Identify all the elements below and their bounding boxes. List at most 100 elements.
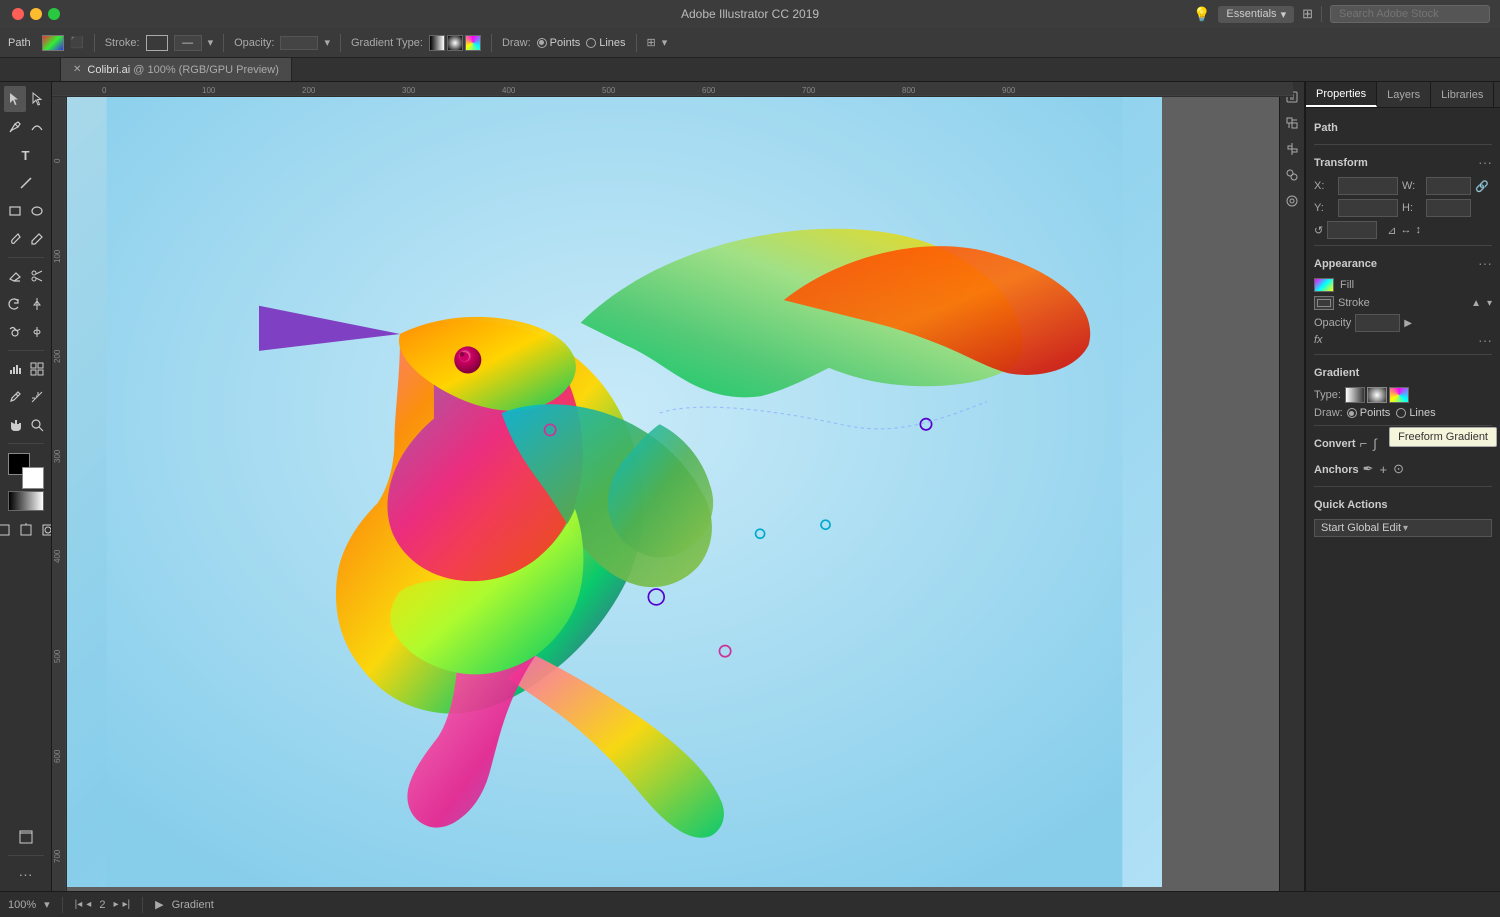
play-btn[interactable]: ▶ [155, 898, 163, 911]
width-tool[interactable] [26, 319, 48, 345]
w-value-input[interactable] [1426, 177, 1471, 195]
scissors-tool[interactable] [26, 263, 48, 289]
points-radio[interactable] [1347, 408, 1357, 418]
rotate-tool[interactable] [4, 291, 26, 317]
doc-tab-close[interactable]: ✕ [73, 64, 81, 75]
fill-color-swatch[interactable] [42, 35, 64, 51]
close-button[interactable] [12, 8, 24, 20]
paintbrush-tool[interactable] [4, 226, 26, 252]
linear-gradient-btn[interactable] [1345, 387, 1365, 403]
essentials-dropdown[interactable]: Essentials ▾ [1218, 6, 1294, 23]
tool-sep-1 [8, 257, 44, 258]
x-value-input[interactable]: 460.2 pt [1338, 177, 1398, 195]
color-icon[interactable]: ⬛ [70, 36, 84, 49]
direct-selection-tool[interactable] [26, 86, 48, 112]
zoom-level: 100% [8, 899, 36, 911]
pencil-tool[interactable] [26, 226, 48, 252]
rectangle-tool[interactable] [4, 198, 26, 224]
last-page-btn[interactable]: ▸| [122, 899, 130, 910]
draw-behind[interactable] [15, 517, 37, 543]
stroke-swatch[interactable] [146, 35, 168, 51]
stroke-arrow[interactable]: ▾ [1487, 298, 1492, 309]
draw-points-option[interactable]: Points [537, 37, 581, 49]
draw-lines-option[interactable]: Lines [586, 37, 625, 49]
stroke-preview[interactable] [1314, 296, 1334, 310]
constrain-icon[interactable]: 🔗 [1475, 180, 1489, 193]
draw-inside[interactable] [37, 517, 53, 543]
tab-properties[interactable]: Properties [1306, 82, 1377, 107]
type-tool[interactable]: T [4, 142, 48, 168]
maximize-button[interactable] [48, 8, 60, 20]
eyedropper-tool[interactable] [4, 384, 26, 410]
h-value-input[interactable] [1426, 199, 1471, 217]
first-page-btn[interactable]: |◂ [75, 899, 83, 910]
zoom-arrow[interactable]: ▾ [44, 898, 50, 911]
background-swatch[interactable] [22, 467, 44, 489]
anchor-convert-icon[interactable]: ⊙ [1393, 461, 1404, 477]
measure-tool[interactable] [26, 384, 48, 410]
document-tab[interactable]: ✕ Colibri.ai @ 100% (RGB/GPU Preview) [60, 58, 292, 81]
freeform-gradient-btn[interactable] [1389, 387, 1409, 403]
gradient-radial-btn[interactable] [447, 35, 463, 51]
gradient-linear-btn[interactable] [429, 35, 445, 51]
selection-tool[interactable] [4, 86, 26, 112]
change-screen-mode[interactable] [4, 824, 48, 850]
convert-smooth-icon[interactable]: ∫ [1373, 436, 1377, 451]
pen-tool[interactable] [4, 114, 26, 140]
stock-search-input[interactable] [1330, 5, 1490, 23]
opacity-panel-input[interactable]: 100% [1355, 314, 1400, 332]
opacity-arrow[interactable]: ▶ [1404, 318, 1412, 329]
flip-v-icon[interactable]: ↕ [1415, 224, 1421, 236]
stroke-row[interactable]: Stroke ▲ ▾ [1314, 296, 1492, 310]
draw-points-radio[interactable] [537, 38, 547, 48]
stroke-options-icon[interactable]: ▾ [208, 36, 214, 49]
gradient-freeform-btn[interactable] [465, 35, 481, 51]
align-panel-icon[interactable] [1281, 138, 1303, 160]
lines-radio[interactable] [1396, 408, 1406, 418]
ellipse-tool[interactable] [26, 198, 48, 224]
warp-tool[interactable] [4, 319, 26, 345]
graph-tool[interactable] [4, 356, 26, 382]
flip-h-icon[interactable]: ↔ [1400, 224, 1411, 236]
canvas-area[interactable]: 0 100 200 300 400 500 600 700 800 900 0 … [52, 82, 1305, 891]
appearance-panel-icon[interactable] [1281, 190, 1303, 212]
y-value-input[interactable]: 243.89 pt [1338, 199, 1398, 217]
pathfinder-panel-icon[interactable] [1281, 164, 1303, 186]
minimize-button[interactable] [30, 8, 42, 20]
line-segment-tool[interactable] [4, 170, 48, 196]
rotate-input[interactable] [1327, 221, 1377, 239]
stroke-stepper-up[interactable]: ▲ [1471, 298, 1481, 309]
transform-panel-icon[interactable] [1281, 112, 1303, 134]
zoom-tool[interactable] [26, 412, 48, 438]
anchor-pen-icon[interactable]: ✒ [1363, 461, 1374, 477]
draw-points-opt[interactable]: Points [1347, 407, 1391, 419]
arrange-options-icon[interactable]: ⊞ [647, 36, 656, 49]
prev-page-btn[interactable]: ◂ [86, 899, 91, 910]
convert-corner-icon[interactable]: ⌐ [1360, 436, 1368, 451]
radial-gradient-btn[interactable] [1367, 387, 1387, 403]
anchor-add-icon[interactable]: + [1380, 462, 1388, 477]
tab-layers[interactable]: Layers [1377, 82, 1431, 107]
gradient-display[interactable] [8, 491, 44, 511]
more-tools-button[interactable]: ··· [4, 861, 48, 887]
opacity-arrow[interactable]: ▾ [324, 36, 330, 49]
fill-row[interactable]: Fill [1314, 278, 1492, 292]
next-page-btn[interactable]: ▸ [113, 899, 118, 910]
hand-tool[interactable] [4, 412, 26, 438]
fx-more-btn[interactable]: ··· [1478, 332, 1492, 348]
appearance-more-btn[interactable]: ··· [1478, 255, 1492, 271]
curvature-tool[interactable] [26, 114, 48, 140]
draw-lines-opt[interactable]: Lines [1396, 407, 1435, 419]
draw-normal[interactable] [0, 517, 15, 543]
reflect-tool[interactable] [26, 291, 48, 317]
opacity-input[interactable]: 100% [280, 36, 318, 50]
quick-actions-dropdown[interactable]: Start Global Edit ▾ [1314, 519, 1492, 537]
draw-options-icon[interactable]: ▾ [662, 36, 668, 49]
eraser-tool[interactable] [4, 263, 26, 289]
draw-lines-radio[interactable] [586, 38, 596, 48]
transform-more-btn[interactable]: ··· [1478, 154, 1492, 170]
data-merge-tool[interactable] [26, 356, 48, 382]
stroke-weight-input[interactable]: — [174, 35, 202, 51]
fill-preview[interactable] [1314, 278, 1334, 292]
tab-libraries[interactable]: Libraries [1431, 82, 1494, 107]
